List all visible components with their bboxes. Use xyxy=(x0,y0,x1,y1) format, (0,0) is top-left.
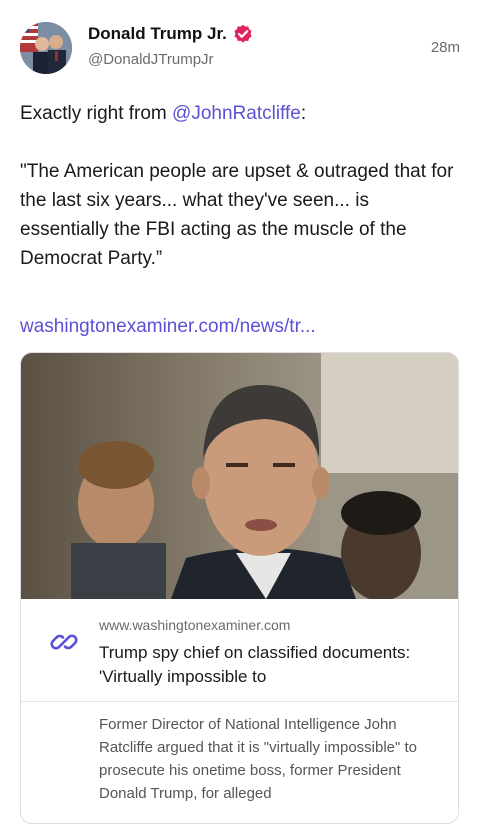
link-preview-card[interactable]: www.washingtonexaminer.com Trump spy chi… xyxy=(20,352,459,824)
verified-badge-icon xyxy=(234,24,252,43)
name-row: Donald Trump Jr. xyxy=(88,24,253,44)
card-description: Former Director of National Intelligence… xyxy=(99,716,418,802)
card-domain: www.washingtonexaminer.com xyxy=(99,617,291,633)
post-url-link[interactable]: washingtonexaminer.com/news/tr... xyxy=(20,316,316,338)
post-header: Donald Trump Jr. @DonaldJTrumpJr 28m xyxy=(20,18,460,78)
timestamp: 28m xyxy=(430,39,460,56)
display-name[interactable]: Donald Trump Jr. xyxy=(88,24,227,44)
article-photo xyxy=(21,353,458,599)
post-intro: Exactly right from @JohnRatcliffe: xyxy=(20,99,460,128)
mention-link[interactable]: @JohnRatcliffe xyxy=(172,103,301,124)
post-quote: "The American people are upset & outrage… xyxy=(20,161,454,269)
handle[interactable]: @DonaldJTrumpJr xyxy=(88,51,214,68)
link-icon xyxy=(50,634,78,650)
intro-text: Exactly right from xyxy=(20,103,173,124)
avatar-image xyxy=(20,22,72,74)
card-title[interactable]: Trump spy chief on classified documents:… xyxy=(99,641,439,689)
card-divider xyxy=(21,701,458,702)
intro-end: : xyxy=(300,103,307,124)
avatar[interactable] xyxy=(20,22,72,74)
post-body: Exactly right from @JohnRatcliffe: "The … xyxy=(20,99,460,273)
